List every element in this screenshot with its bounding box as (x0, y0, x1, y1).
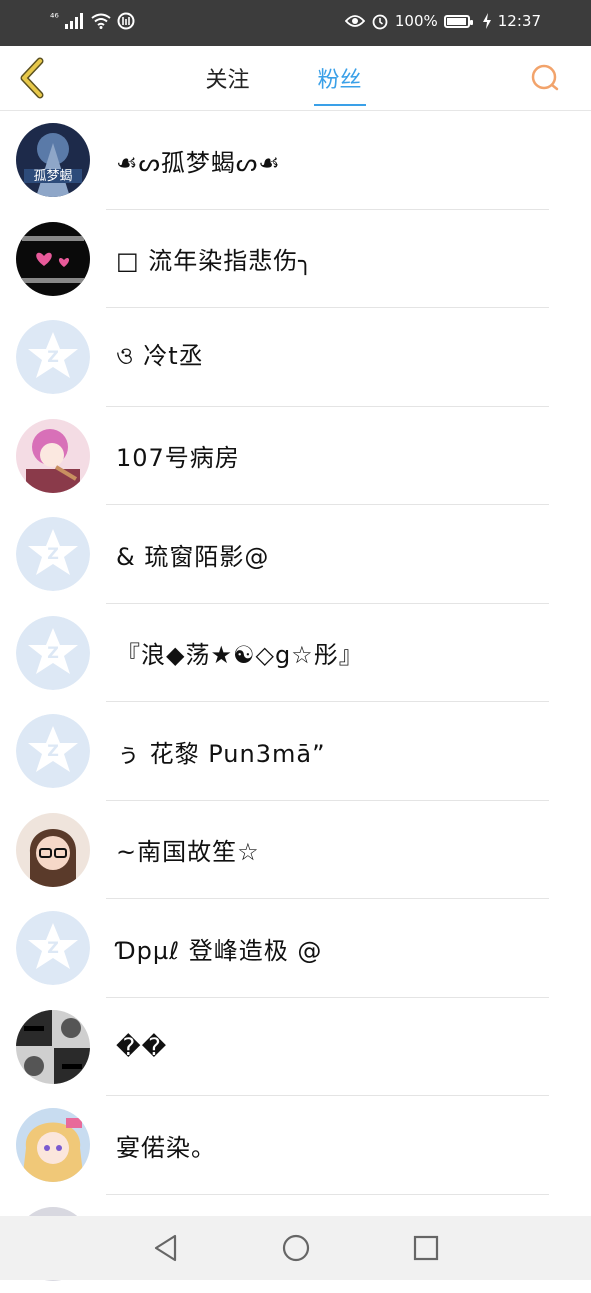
default-avatar-icon[interactable]: Z (16, 517, 90, 591)
eye-icon (345, 14, 365, 28)
search-icon (530, 63, 560, 93)
back-triangle-icon (152, 1233, 180, 1263)
fan-name: Ɗpµℓ 登峰造极 @ (116, 899, 322, 997)
tab-following[interactable]: 关注 (201, 62, 253, 94)
search-button[interactable] (527, 60, 563, 96)
avatar[interactable]: 孤梦蝎 (16, 123, 90, 197)
status-left: ⁴⁶ (50, 12, 135, 30)
fan-name: ~南国故笙☆ (116, 801, 260, 899)
avatar[interactable] (16, 1108, 90, 1182)
default-avatar-icon[interactable]: Z (16, 616, 90, 690)
svg-text:Z: Z (47, 347, 59, 366)
list-item[interactable]: Z ぅ 花黎 Pun3mā” (0, 702, 591, 801)
status-time: 12:37 (498, 12, 541, 30)
charging-icon (482, 13, 492, 29)
list-item[interactable]: Z & 琉窗陌影@ (0, 505, 591, 604)
system-nav-bar (0, 1216, 591, 1280)
nav-recents-button[interactable] (406, 1228, 446, 1268)
list-item[interactable]: Z Ɗpµℓ 登峰造极 @ (0, 899, 591, 998)
list-item[interactable]: Z ও 冷t丞 (0, 308, 591, 407)
list-item[interactable]: □ 流年染指悲伤╮ (0, 210, 591, 309)
fan-name: □ 流年染指悲伤╮ (116, 210, 314, 308)
list-item[interactable]: ~南国故笙☆ (0, 801, 591, 900)
default-avatar-icon[interactable]: Z (16, 714, 90, 788)
default-avatar-icon[interactable]: Z (16, 911, 90, 985)
battery-percent: 100% (395, 12, 438, 30)
network-type: ⁴⁶ (50, 11, 59, 24)
home-circle-icon (281, 1233, 311, 1263)
avatar[interactable] (16, 1010, 90, 1084)
fans-list: 孤梦蝎 ☙ᔕ孤梦蝎ᔕ☙ □ 流年染指悲伤╮ Z ও 冷t丞 107号病房 Z &… (0, 111, 591, 1293)
nav-home-button[interactable] (276, 1228, 316, 1268)
svg-text:Z: Z (47, 643, 59, 662)
fan-name: 『浪◆荡★☯◇g☆彤』 (116, 604, 364, 702)
fan-name: ぅ 花黎 Pun3mā” (116, 702, 326, 800)
recents-square-icon (412, 1234, 440, 1262)
avatar[interactable] (16, 419, 90, 493)
battery-icon (444, 15, 470, 28)
list-item[interactable]: �� (0, 998, 591, 1097)
default-avatar-icon[interactable]: Z (16, 320, 90, 394)
list-item[interactable]: 孤梦蝎 ☙ᔕ孤梦蝎ᔕ☙ (0, 111, 591, 210)
avatar[interactable] (16, 813, 90, 887)
avatar[interactable] (16, 222, 90, 296)
svg-text:Z: Z (47, 741, 59, 760)
alarm-icon (371, 12, 389, 30)
fan-name: �� (116, 998, 167, 1096)
svg-text:孤梦蝎: 孤梦蝎 (33, 169, 72, 184)
status-right: 100% 12:37 (345, 12, 541, 30)
list-item[interactable]: 107号病房 (0, 407, 591, 506)
data-saver-icon (117, 12, 135, 30)
fan-name: & 琉窗陌影@ (116, 505, 269, 603)
fan-name: 宴偌染。 (116, 1096, 216, 1194)
tab-fans[interactable]: 粉丝 (314, 62, 366, 94)
header: 关注 粉丝 (0, 46, 591, 111)
status-bar: ⁴⁶ 100% 12:37 (0, 0, 591, 46)
wifi-icon (91, 13, 111, 29)
svg-text:Z: Z (47, 544, 59, 563)
signal-icon (65, 13, 85, 29)
fan-name: 107号病房 (116, 407, 240, 505)
fan-name: ও 冷t丞 (116, 308, 204, 406)
list-item[interactable]: 宴偌染。 (0, 1096, 591, 1195)
list-item[interactable]: Z 『浪◆荡★☯◇g☆彤』 (0, 604, 591, 703)
tab-bar: 关注 粉丝 (0, 46, 591, 110)
svg-text:Z: Z (47, 938, 59, 957)
fan-name: ☙ᔕ孤梦蝎ᔕ☙ (116, 111, 281, 209)
nav-back-button[interactable] (146, 1228, 186, 1268)
